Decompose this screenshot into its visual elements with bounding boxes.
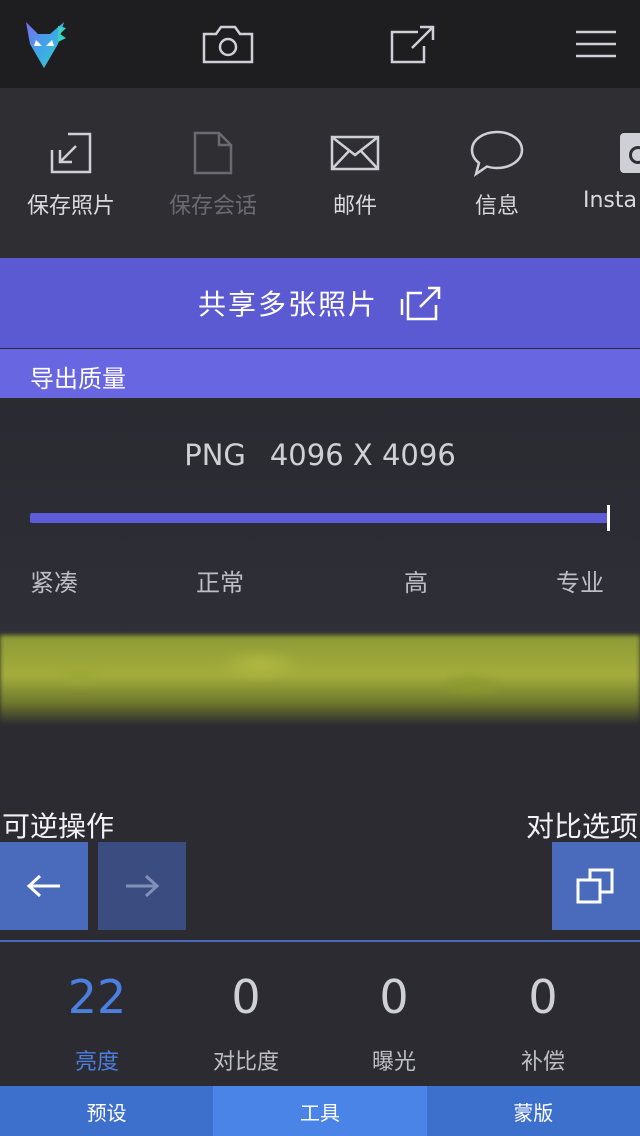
share-multiple-label: 共享多张照片 [197,288,378,321]
adjustment-value: 0 [231,970,261,1024]
adjustment-exposure[interactable]: 0 曝光 [319,962,469,1076]
compare-icon [576,868,614,904]
export-quality-header: 导出质量 [0,349,640,398]
instagram-icon [568,128,640,178]
quality-resolution: 4096 X 4096 [269,438,456,472]
export-quality-panel: PNG 4096 X 4096 紧凑 正常 高 专业 [0,398,640,635]
redo-button[interactable] [98,842,186,930]
adjustment-name: 补偿 [520,1050,565,1075]
adjustment-contrast[interactable]: 0 对比度 [171,962,321,1076]
share-options-row: 保存照片 保存会话 邮件 信息 Insta [0,88,640,258]
quality-slider-thumb[interactable] [607,505,610,531]
adjustment-value: 0 [379,970,409,1024]
tab-presets[interactable]: 预设 [0,1086,214,1136]
adjustment-name: 亮度 [74,1050,119,1075]
share-option-label: 信息 [474,194,519,219]
share-option-label: Insta [583,188,638,213]
message-button[interactable]: 信息 [426,88,568,258]
adjustment-value: 0 [528,970,558,1024]
share-multiple-icon [400,286,441,321]
camera-icon[interactable] [198,14,258,74]
adjustment-brightness[interactable]: 22 亮度 [22,962,172,1076]
bottom-tab-bar: 预设 工具 蒙版 [0,1086,640,1136]
tab-masks[interactable]: 蒙版 [426,1086,640,1136]
save-session-icon [142,128,284,178]
message-icon [426,128,568,178]
quality-level-high[interactable]: 高 [404,563,428,598]
quality-level-compact[interactable]: 紧凑 [30,563,78,598]
share-multiple-photos-button[interactable]: 共享多张照片 [0,258,640,348]
mail-icon [284,128,426,178]
share-option-label: 保存照片 [26,194,115,219]
share-icon[interactable] [383,14,443,74]
menu-icon[interactable] [566,14,626,74]
undo-button[interactable] [0,842,88,930]
quality-level-professional[interactable]: 专业 [556,563,604,598]
top-toolbar [0,0,640,88]
arrow-left-icon [26,874,60,898]
arrow-right-icon [126,874,160,898]
compare-button[interactable] [552,842,640,930]
share-option-label: 保存会话 [168,194,257,219]
instagram-button[interactable]: Insta [568,88,640,258]
adjustment-name: 对比度 [212,1050,279,1075]
undo-section-label: 可逆操作 [2,810,115,843]
save-photo-icon [0,128,142,178]
adjustment-name: 曝光 [371,1050,416,1075]
tab-tools[interactable]: 工具 [213,1086,427,1136]
export-quality-title: 导出质量 [30,365,126,393]
mail-button[interactable]: 邮件 [284,88,426,258]
adjustment-value: 22 [67,970,127,1024]
adjustment-compensation[interactable]: 0 补偿 [468,962,618,1076]
save-session-button[interactable]: 保存会话 [142,88,284,258]
quality-info: PNG 4096 X 4096 [0,438,640,472]
quality-format: PNG [184,438,246,472]
quality-slider-track[interactable] [30,513,610,523]
quality-level-normal[interactable]: 正常 [196,563,244,598]
share-option-label: 邮件 [332,194,377,219]
divider [0,940,640,942]
save-photo-button[interactable]: 保存照片 [0,88,142,258]
compare-section-label: 对比选项 [525,810,638,843]
fox-logo-icon[interactable] [14,14,74,74]
photo-preview [0,635,640,725]
